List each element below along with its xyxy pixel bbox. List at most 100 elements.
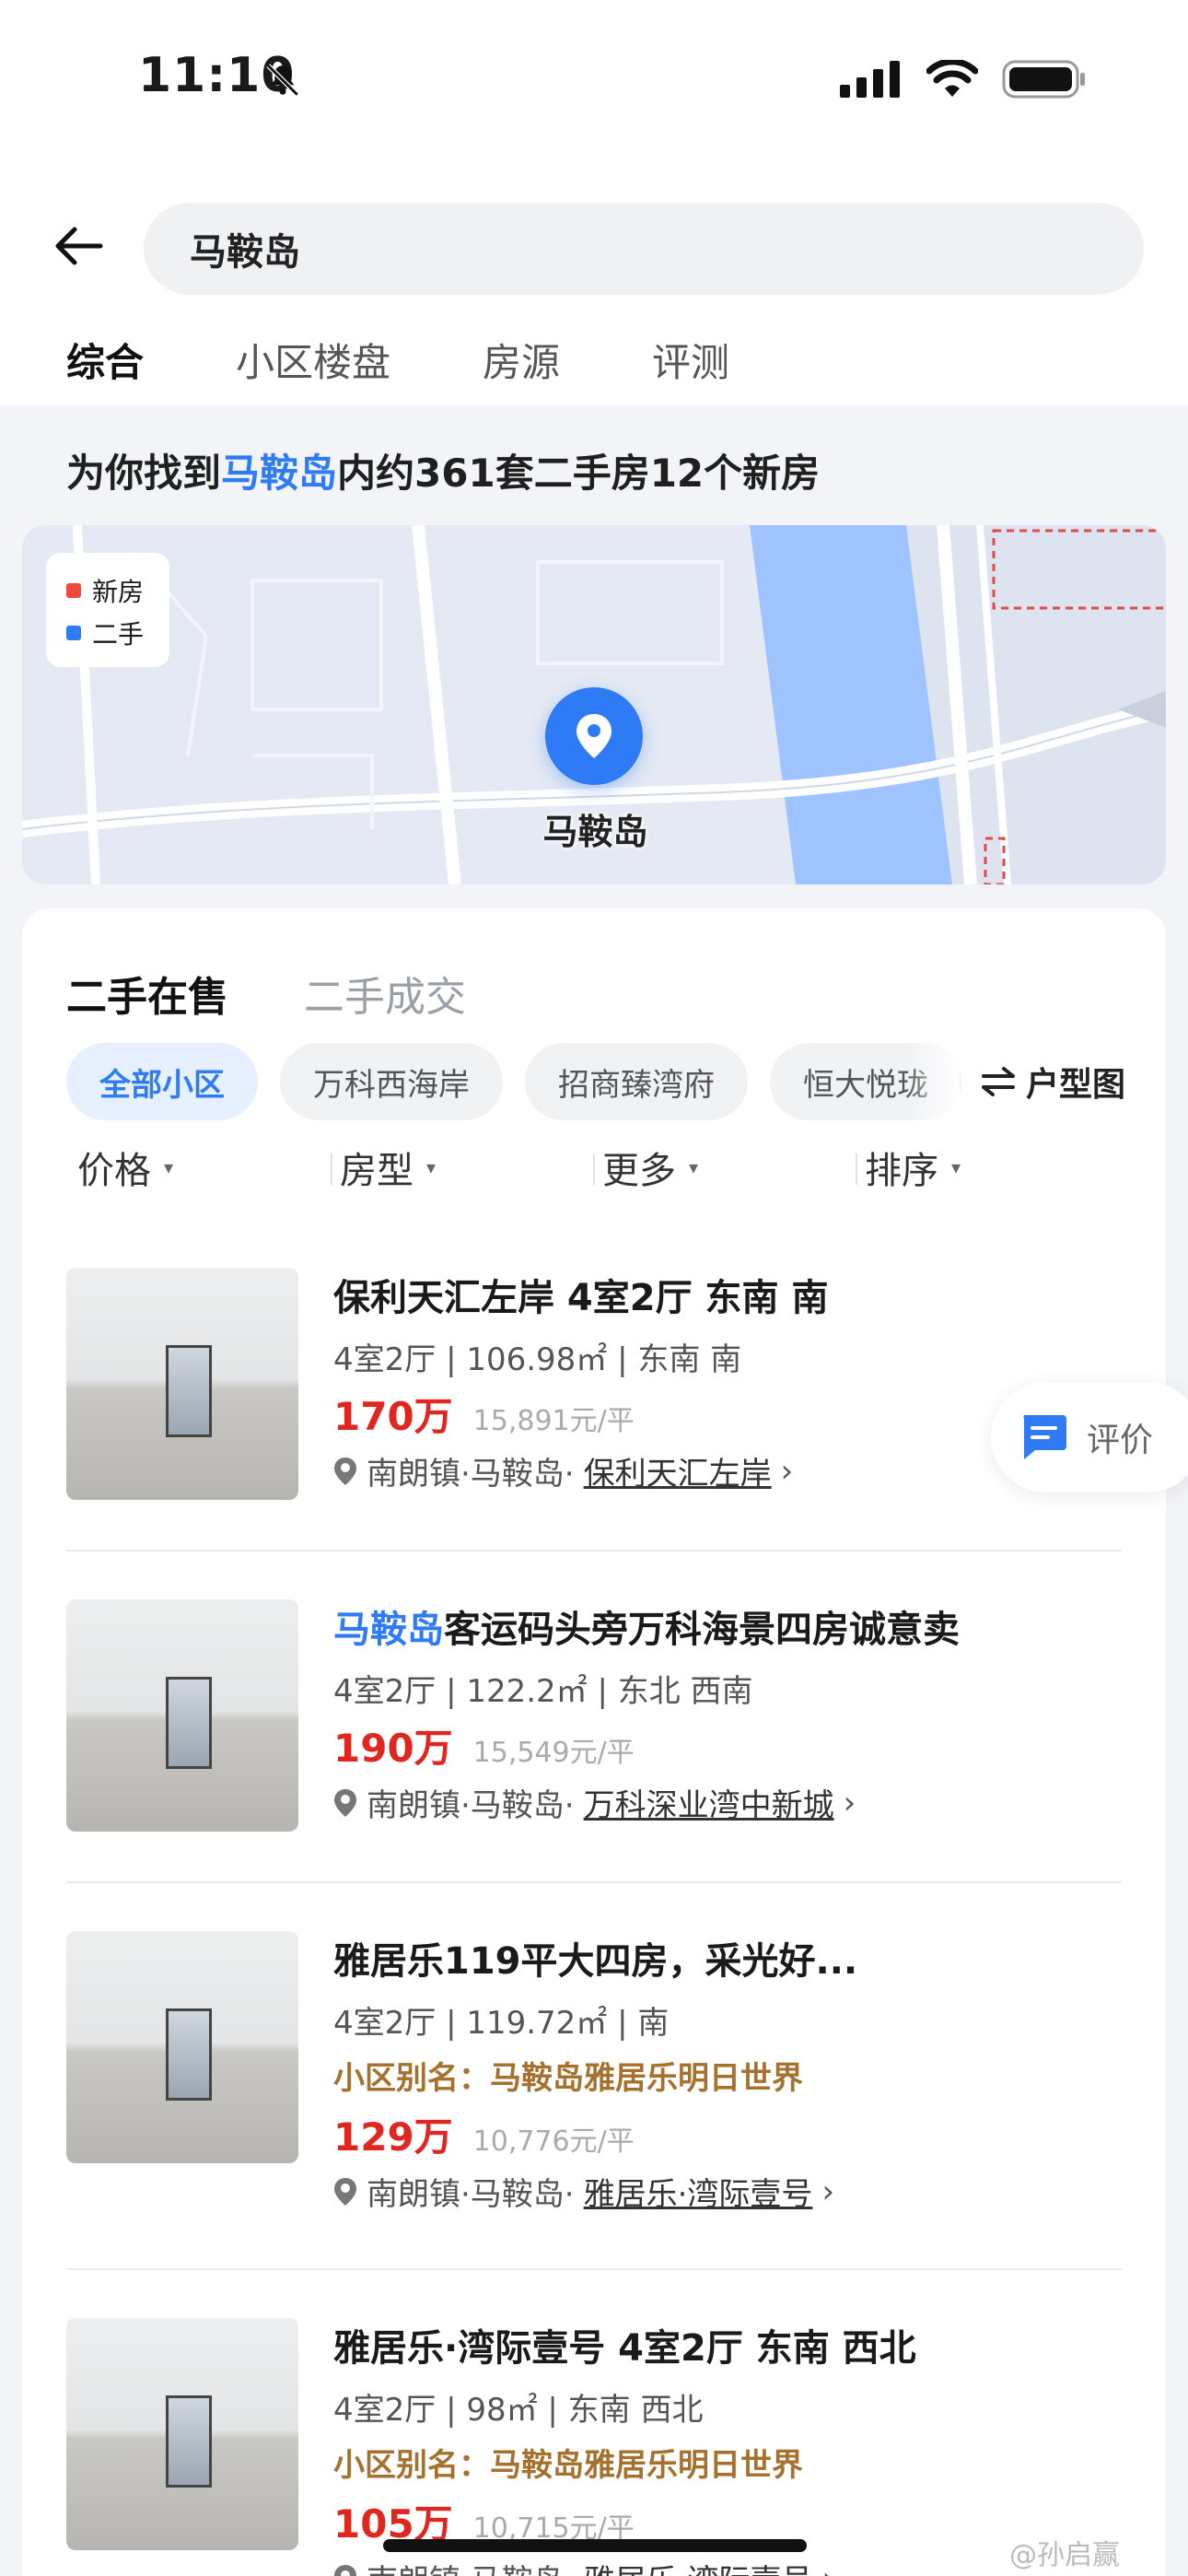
- tab-communities[interactable]: 小区楼盘: [236, 332, 390, 387]
- listing-location: 南朗镇·马鞍岛· 雅居乐·湾际壹号 ›: [333, 2169, 834, 2214]
- map-view[interactable]: 新房 二手 马鞍岛: [22, 525, 1166, 884]
- divider: [66, 1881, 1122, 1883]
- chevron-down-icon: ▾: [689, 1156, 699, 1178]
- map-pin[interactable]: [545, 687, 643, 785]
- chip-all-communities[interactable]: 全部小区: [66, 1043, 258, 1120]
- filter-layout[interactable]: 房型 ▾: [331, 1135, 602, 1200]
- filter-label: 房型: [340, 1150, 413, 1192]
- filter-more[interactable]: 更多 ▾: [593, 1135, 865, 1200]
- legend-resale: 二手: [66, 612, 169, 654]
- title-highlight: 马鞍岛: [333, 1609, 444, 1651]
- chevron-down-icon: ▾: [951, 1156, 961, 1178]
- summary-highlight[interactable]: 马鞍岛: [221, 451, 337, 496]
- community-link[interactable]: 万科深业湾中新城: [584, 1780, 834, 1825]
- location-prefix: 南朗镇·马鞍岛·: [367, 2556, 575, 2576]
- battery-icon: [1002, 60, 1085, 99]
- mute-bell-icon: [266, 64, 299, 97]
- listing-specs: 4室2厅 | 106.98㎡ | 东南 南: [333, 1341, 742, 1378]
- photo-window: [166, 1677, 212, 1769]
- listing-specs: 4室2厅 | 122.2㎡ | 东北 西南: [333, 1673, 753, 1710]
- listing-location: 南朗镇·马鞍岛· 保利天汇左岸 ›: [333, 1448, 793, 1493]
- summary-suffix: 内约361套二手房12个新房: [337, 451, 821, 496]
- chevron-right-icon: ›: [780, 1452, 794, 1490]
- listing-price-line: 170万 15,891元/平: [333, 1386, 635, 1442]
- listing-unit-price: 10,776元/平: [472, 2125, 635, 2158]
- divider: [66, 1550, 1122, 1551]
- divider: [66, 2268, 1122, 2270]
- tab-listings[interactable]: 房源: [483, 332, 560, 387]
- legend-label: 二手: [92, 619, 145, 650]
- listing-photo: [66, 2318, 298, 2550]
- listing-price: 190万: [333, 1726, 453, 1771]
- location-prefix: 南朗镇·马鞍岛·: [367, 1456, 575, 1493]
- chip-community[interactable]: 招商臻湾府: [525, 1043, 748, 1120]
- back-button[interactable]: [46, 214, 111, 278]
- chevron-down-icon: ▾: [164, 1156, 174, 1178]
- chevron-right-icon: ›: [821, 2172, 835, 2210]
- listing-location: 南朗镇·马鞍岛· 雅居乐·湾际壹号 ›: [333, 2556, 834, 2576]
- title-text: 客运码头旁万科海景四房诚意卖: [444, 1609, 960, 1651]
- search-input[interactable]: 马鞍岛: [144, 203, 1144, 295]
- listing-item[interactable]: 保利天汇左岸 4室2厅 东南 南 4室2厅 | 106.98㎡ | 东南 南 1…: [66, 1268, 1122, 1507]
- photo-window: [166, 2008, 212, 2101]
- listing-photo: [66, 1931, 298, 2163]
- filter-label: 更多: [602, 1150, 676, 1192]
- chat-icon: [1023, 1415, 1066, 1459]
- listing-title: 雅居乐119平大四房，采光好...: [333, 1940, 858, 1983]
- tab-overview[interactable]: 综合: [66, 332, 144, 396]
- swap-icon: [982, 1067, 1015, 1096]
- community-link[interactable]: 雅居乐·湾际壹号: [584, 2169, 813, 2214]
- chip-community[interactable]: 万科西海岸: [280, 1043, 503, 1120]
- listing-price: 170万: [333, 1394, 453, 1439]
- listing-unit-price: 15,549元/平: [472, 1737, 635, 1769]
- legend-new-homes: 新房: [66, 569, 169, 612]
- legend-dot: [66, 583, 81, 598]
- floor-plan-button[interactable]: 户型图: [980, 1043, 1125, 1120]
- result-summary: 为你找到马鞍岛内约361套二手房12个新房: [66, 442, 820, 498]
- listing-alias: 小区别名：马鞍岛雅居乐明日世界: [333, 2060, 803, 2097]
- tab-resale-on-sale[interactable]: 二手在售: [66, 964, 228, 1032]
- listing-price-line: 190万 15,549元/平: [333, 1717, 635, 1774]
- listings-panel: 二手在售 二手成交 全部小区 万科西海岸 招商臻湾府 恒大悦珑 户型图 价格 ▾ …: [22, 908, 1166, 2576]
- home-indicator[interactable]: [383, 2539, 807, 2552]
- photo-window: [166, 1345, 212, 1437]
- evaluate-button[interactable]: 评价: [991, 1382, 1188, 1493]
- tab-resale-sold[interactable]: 二手成交: [304, 964, 466, 1023]
- location-icon: [334, 2564, 356, 2576]
- wifi-icon: [926, 60, 978, 97]
- listing-tabs: 二手在售 二手成交: [66, 964, 466, 1032]
- location-icon: [334, 1457, 356, 1485]
- chevron-right-icon: ›: [843, 1784, 856, 1821]
- filter-sort[interactable]: 排序 ▾: [856, 1135, 1127, 1200]
- community-chips: 全部小区 万科西海岸 招商臻湾府 恒大悦珑: [66, 1043, 987, 1120]
- listing-specs: 4室2厅 | 119.72㎡ | 南: [333, 2005, 670, 2042]
- listing-item[interactable]: 雅居乐·湾际壹号 4室2厅 东南 西北 4室2厅 | 98㎡ | 东南 西北 小…: [66, 2318, 1122, 2576]
- listing-item[interactable]: 马鞍岛客运码头旁万科海景四房诚意卖 4室2厅 | 122.2㎡ | 东北 西南 …: [66, 1599, 1122, 1839]
- back-arrow-icon: [55, 227, 103, 265]
- listing-photo: [66, 1268, 298, 1500]
- tab-reviews[interactable]: 评测: [652, 332, 729, 387]
- map-legend: 新房 二手: [46, 553, 169, 667]
- filter-bar: 价格 ▾ 房型 ▾ 更多 ▾ 排序 ▾: [77, 1135, 1127, 1200]
- community-link[interactable]: 保利天汇左岸: [584, 1448, 772, 1493]
- listing-item[interactable]: 雅居乐119平大四房，采光好... 4室2厅 | 119.72㎡ | 南 小区别…: [66, 1931, 1122, 2226]
- floor-plan-label: 户型图: [1026, 1066, 1126, 1104]
- evaluate-label: 评价: [1087, 1422, 1154, 1459]
- location-prefix: 南朗镇·马鞍岛·: [367, 1787, 575, 1824]
- status-bar: 11:10: [0, 0, 1188, 157]
- listing-title: 雅居乐·湾际壹号 4室2厅 东南 西北: [333, 2327, 916, 2370]
- top-tabs: 综合 小区楼盘 房源 评测: [66, 332, 729, 396]
- signal-icon: [840, 61, 900, 98]
- filter-label: 排序: [865, 1150, 938, 1192]
- watermark: @孙启赢: [1009, 2539, 1120, 2571]
- chip-fade: [904, 1043, 960, 1120]
- photo-window: [166, 2395, 212, 2488]
- location-pin-icon: [577, 714, 611, 758]
- listing-price: 129万: [333, 2114, 453, 2160]
- community-link[interactable]: 雅居乐·湾际壹号: [584, 2556, 813, 2576]
- location-icon: [334, 1788, 356, 1817]
- listing-title: 马鞍岛客运码头旁万科海景四房诚意卖: [333, 1599, 960, 1653]
- filter-label: 价格: [77, 1150, 151, 1192]
- filter-price[interactable]: 价格 ▾: [77, 1135, 340, 1200]
- location-icon: [334, 2177, 356, 2206]
